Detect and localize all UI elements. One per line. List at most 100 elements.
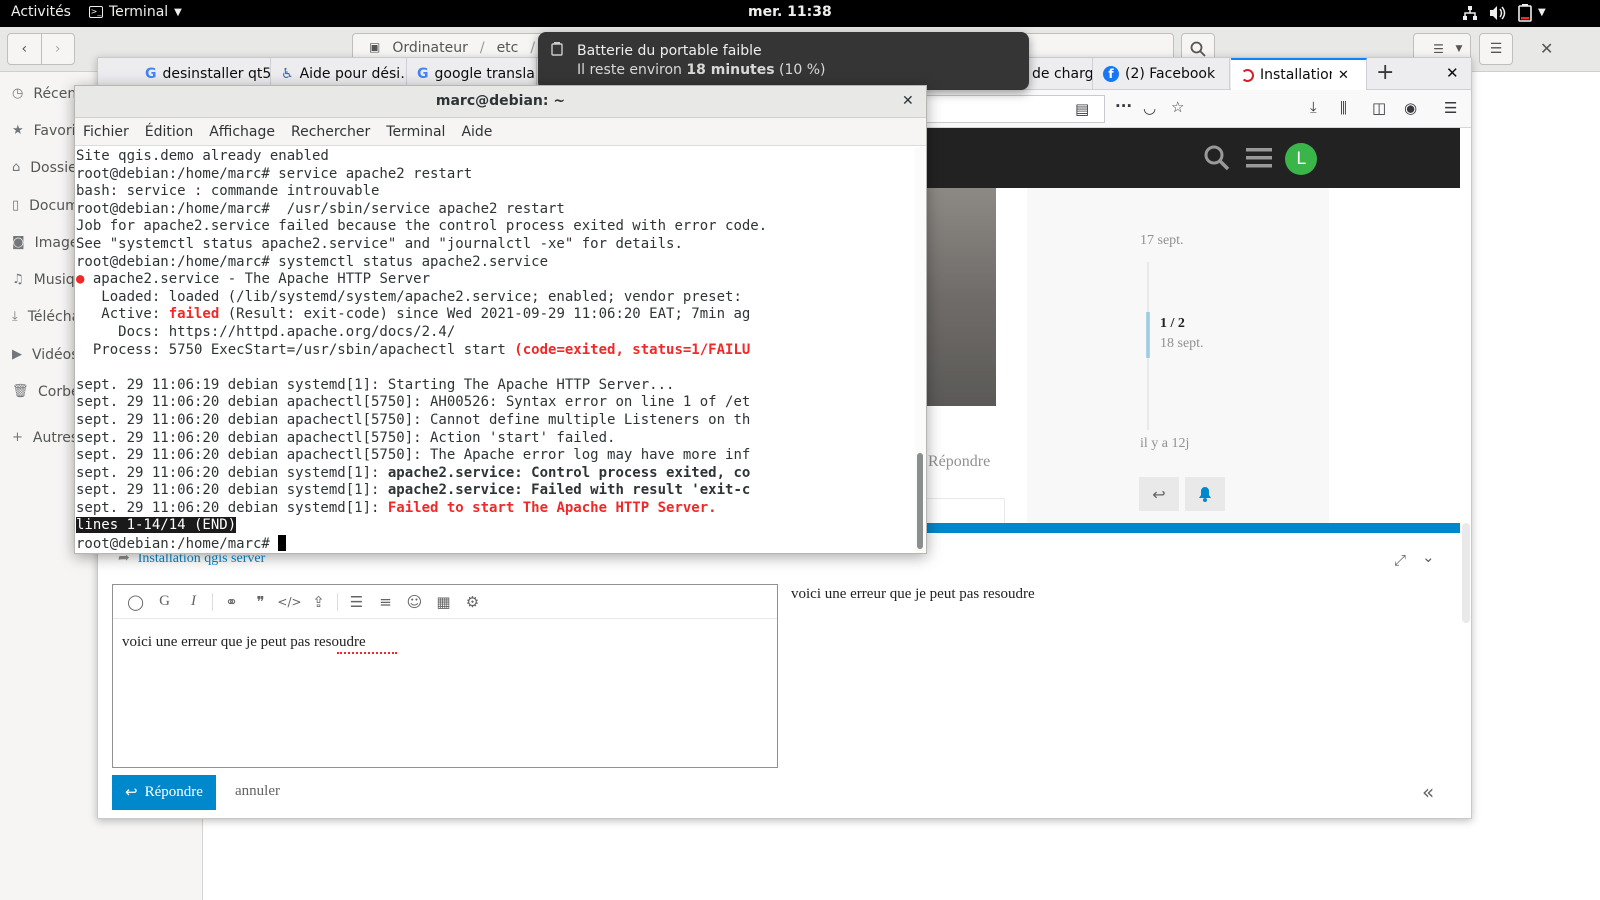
chevron-down-icon: ▼: [1455, 44, 1463, 54]
battery-notification[interactable]: Batterie du portable faible Il reste env…: [538, 32, 1029, 90]
post-image[interactable]: [925, 188, 996, 406]
forward-icon[interactable]: ›: [41, 41, 74, 57]
menu-terminal[interactable]: Terminal: [386, 124, 445, 140]
path-segment[interactable]: Ordinateur: [392, 40, 468, 56]
tab-label: google transla…: [434, 66, 537, 82]
timeline-reply-button[interactable]: ↩: [1139, 477, 1179, 511]
terminal-segment: sept. 29 11:06:19 debian systemd[1]: Sta…: [76, 376, 675, 393]
drive-icon: ▣: [369, 40, 381, 54]
bookmark-star-icon[interactable]: ☆: [1171, 98, 1184, 116]
path-segment[interactable]: etc: [497, 40, 519, 56]
menu-affichage[interactable]: Affichage: [209, 124, 275, 140]
chevron-down-icon[interactable]: ⌄: [1422, 548, 1435, 566]
quote-bubble-icon[interactable]: ◯: [121, 593, 150, 611]
search-icon[interactable]: [1203, 144, 1231, 172]
user-avatar[interactable]: L: [1285, 143, 1317, 175]
back-icon[interactable]: ‹: [8, 41, 41, 57]
cancel-link[interactable]: annuler: [235, 783, 280, 800]
terminal-segment: lines 1-14/14 (END): [76, 517, 237, 534]
hamburger-icon[interactable]: [1246, 147, 1272, 169]
blockquote-icon[interactable]: ❞: [246, 593, 275, 611]
account-icon[interactable]: ◉: [1404, 99, 1417, 117]
volume-icon[interactable]: [1489, 5, 1507, 21]
pocket-icon[interactable]: ◡: [1143, 99, 1156, 117]
sidebar-item-videos[interactable]: ▶ Vidéos: [12, 343, 74, 367]
upload-icon[interactable]: ⇪: [304, 593, 333, 611]
downloads-icon[interactable]: ⤓: [1310, 98, 1317, 116]
system-menu-chevron-icon[interactable]: ▼: [1538, 7, 1546, 18]
terminal-close-icon[interactable]: ✕: [902, 93, 914, 109]
timeline-end-label[interactable]: il y a 12j: [1140, 436, 1189, 452]
window-close-icon[interactable]: ✕: [1446, 64, 1459, 82]
sidebar-item-music[interactable]: ♫ Musique: [12, 268, 74, 292]
battery-icon[interactable]: [1518, 4, 1532, 22]
terminal-segment: apache2.service - The Apache HTTP Server: [84, 271, 431, 288]
sidebar-item-downloads[interactable]: ⤓ Téléchargements: [12, 305, 74, 329]
italic-icon[interactable]: I: [179, 593, 208, 610]
menu-edition[interactable]: Édition: [145, 124, 193, 140]
terminal-line: Process: 5750 ExecStart=/usr/sbin/apache…: [76, 342, 915, 360]
composer-grip[interactable]: [927, 523, 1460, 533]
terminal-segment: root@debian:/home/marc# /usr/sbin/servic…: [76, 200, 565, 217]
network-icon[interactable]: [1462, 5, 1478, 21]
notification-bell-button[interactable]: [1185, 477, 1225, 511]
sidebar-item-recent[interactable]: ◷ Récents: [12, 82, 74, 106]
emoji-icon[interactable]: ☺: [400, 593, 429, 611]
terminal-segment: Process: 5750 ExecStart=/usr/sbin/apache…: [76, 341, 515, 358]
path-separator: /: [530, 40, 536, 56]
menu-fichier[interactable]: Fichier: [83, 124, 129, 140]
page-actions-icon[interactable]: ···: [1115, 97, 1132, 115]
collapse-preview-icon[interactable]: «: [1422, 780, 1434, 804]
sidebar-item-documents[interactable]: ▯ Documents: [12, 194, 74, 218]
calendar-icon[interactable]: ▦: [429, 593, 458, 611]
app-menu[interactable]: >_ Terminal ▼: [89, 4, 182, 20]
terminal-scrollbar-thumb[interactable]: [917, 453, 923, 549]
sidebar-item-trash[interactable]: 🗑 Corbeille: [12, 380, 74, 404]
nav-buttons: ‹ ›: [7, 33, 75, 65]
reply-link[interactable]: Répondre: [928, 453, 990, 471]
gear-icon[interactable]: ⚙: [458, 593, 487, 611]
sidebar-icon[interactable]: ◫: [1372, 99, 1386, 117]
page-scrollbar[interactable]: [1462, 523, 1470, 623]
hamburger-menu-icon[interactable]: ☰: [1444, 99, 1457, 117]
library-icon[interactable]: ⫼: [1340, 99, 1347, 117]
link-icon[interactable]: ⚭: [217, 593, 246, 611]
terminal-line: ● apache2.service - The Apache HTTP Serv…: [76, 271, 915, 289]
menu-button[interactable]: ☰: [1479, 33, 1513, 65]
timeline-handle[interactable]: [1146, 312, 1150, 358]
terminal-segment: sept. 29 11:06:20 debian systemd[1]:: [76, 499, 388, 516]
menu-rechercher[interactable]: Rechercher: [291, 124, 370, 140]
toolbar-separator: [212, 592, 213, 611]
terminal-titlebar[interactable]: marc@debian: ~: [75, 86, 926, 118]
editor-text[interactable]: voici une erreur que je peut pas resoudr…: [122, 634, 366, 651]
tab-facebook[interactable]: f (2) Facebook: [1093, 58, 1230, 90]
bold-icon[interactable]: G: [150, 593, 179, 610]
terminal-segment: bash: service : commande introuvable: [76, 183, 380, 200]
tab-installation[interactable]: Installation ✕: [1231, 58, 1367, 90]
activities-button[interactable]: Activités: [11, 4, 71, 20]
sidebar-item-other-locations[interactable]: + Autres emplacements: [12, 426, 74, 450]
terminal-segment: See "systemctl status apache2.service" a…: [76, 235, 683, 252]
reader-view-icon[interactable]: ▤: [1075, 100, 1089, 118]
new-tab-button[interactable]: +: [1376, 60, 1394, 85]
expand-icon[interactable]: ⤢: [1394, 551, 1406, 569]
tab-charg[interactable]: de charg…: [1029, 58, 1093, 90]
sidebar-item-pictures[interactable]: ◙ Images: [12, 231, 74, 255]
terminal-segment: root@debian:/home/marc#: [76, 536, 279, 553]
numbered-list-icon[interactable]: ≡: [371, 593, 400, 611]
sidebar-item-starred[interactable]: ★ Favoris: [12, 119, 74, 143]
spellcheck-underline: [337, 652, 397, 654]
terminal-output[interactable]: Site qgis.demo already enabled root@debia…: [75, 147, 915, 553]
timeline-start-date[interactable]: 17 sept.: [1140, 233, 1184, 249]
menu-aide[interactable]: Aide: [461, 124, 492, 140]
submit-reply-button[interactable]: ↩ Répondre: [112, 775, 216, 810]
sidebar-item-label: Récents: [33, 86, 74, 102]
clock-icon: ◷: [12, 86, 24, 101]
tab-close-icon[interactable]: ✕: [1338, 68, 1349, 83]
bullet-list-icon[interactable]: ☰: [342, 593, 371, 611]
clock[interactable]: mer. 11:38: [748, 4, 832, 20]
code-icon[interactable]: </>: [275, 595, 304, 609]
sidebar-item-home[interactable]: ⌂ Dossier personnel: [12, 156, 74, 180]
close-icon[interactable]: ✕: [1540, 39, 1553, 58]
